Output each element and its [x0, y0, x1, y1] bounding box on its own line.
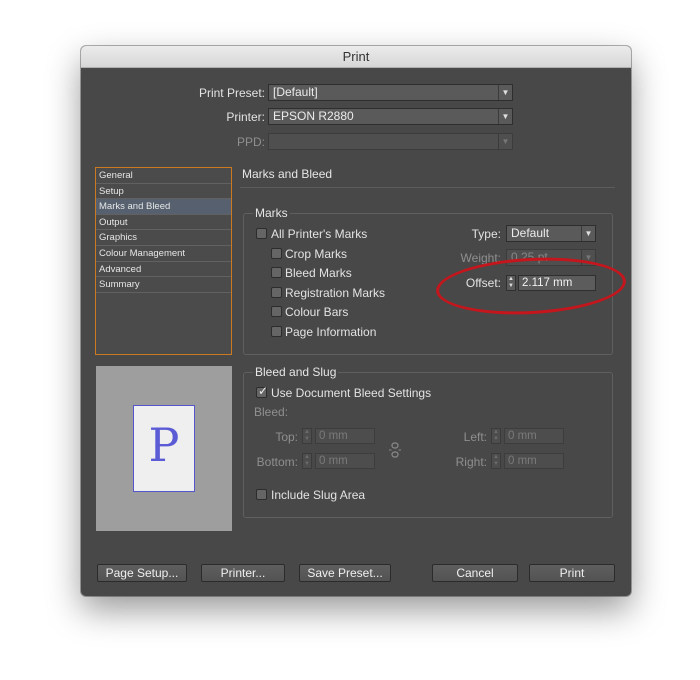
sidebar-item-general[interactable]: General — [96, 168, 231, 184]
ppd-label: PPD: — [236, 135, 265, 149]
left-stepper[interactable]: ▲ ▼ — [491, 428, 501, 444]
sidebar-item-marks-and-bleed[interactable]: Marks and Bleed — [96, 199, 231, 215]
preview-glyph: P — [148, 418, 180, 472]
all-printers-marks-checkbox[interactable] — [256, 228, 267, 239]
printer-button[interactable]: Printer... — [201, 564, 285, 582]
page-preview: P — [96, 366, 232, 531]
colour-bars-label: Colour Bars — [285, 305, 349, 319]
page-information-checkbox[interactable] — [271, 326, 282, 337]
type-value: Default — [511, 226, 550, 240]
sidebar-item-setup[interactable]: Setup — [96, 184, 231, 200]
sidebar-item-colour-management[interactable]: Colour Management — [96, 246, 231, 262]
include-slug-checkbox[interactable] — [256, 489, 267, 500]
category-list[interactable]: General Setup Marks and Bleed Output Gra… — [95, 167, 232, 355]
bottom-input[interactable]: 0 mm — [315, 453, 375, 469]
link-icon[interactable] — [388, 442, 402, 458]
page-setup-button[interactable]: Page Setup... — [97, 564, 187, 582]
checkmark-icon: ✓ — [258, 384, 269, 398]
use-document-bleed-label: Use Document Bleed Settings — [271, 386, 432, 400]
sidebar-item-advanced[interactable]: Advanced — [96, 262, 231, 278]
type-label: Type: — [471, 227, 501, 241]
registration-marks-label: Registration Marks — [285, 286, 386, 300]
type-select[interactable]: Default ▼ — [506, 225, 596, 242]
registration-marks-checkbox[interactable] — [271, 287, 282, 298]
section-divider — [240, 187, 615, 188]
sidebar-item-output[interactable]: Output — [96, 215, 231, 231]
chevron-down-icon: ▼ — [581, 226, 595, 241]
chevron-down-icon: ▼ — [498, 134, 512, 149]
printer-select[interactable]: EPSON R2880 ▼ — [268, 108, 513, 125]
include-slug-label: Include Slug Area — [271, 488, 366, 502]
print-preset-value: [Default] — [273, 85, 318, 99]
print-preset-label: Print Preset: — [198, 86, 265, 100]
sidebar-item-summary[interactable]: Summary — [96, 277, 231, 293]
bleed-marks-label: Bleed Marks — [285, 266, 352, 280]
bottom-stepper[interactable]: ▲ ▼ — [302, 453, 312, 469]
bleed-marks-checkbox[interactable] — [271, 267, 282, 278]
top-label: Top: — [275, 430, 298, 444]
left-label: Left: — [463, 430, 487, 444]
printer-label: Printer: — [226, 110, 265, 124]
save-preset-button[interactable]: Save Preset... — [299, 564, 391, 582]
bottom-label: Bottom: — [256, 455, 298, 469]
crop-marks-checkbox[interactable] — [271, 248, 282, 259]
right-label: Right: — [455, 455, 487, 469]
sidebar-item-graphics[interactable]: Graphics — [96, 230, 231, 246]
chevron-down-icon: ▼ — [498, 85, 512, 100]
bleed-label: Bleed: — [254, 405, 289, 419]
use-document-bleed-checkbox[interactable]: ✓ — [256, 384, 269, 398]
marks-panel-title: Marks — [253, 206, 290, 220]
preview-page: P — [133, 405, 195, 492]
ppd-select[interactable]: ▼ — [268, 133, 513, 150]
print-dialog: Print Print Preset: [Default] ▼ Printer:… — [81, 46, 631, 596]
window-title: Print — [81, 46, 631, 68]
right-input[interactable]: 0 mm — [504, 453, 564, 469]
printer-value: EPSON R2880 — [273, 109, 354, 123]
bleed-slug-panel-title: Bleed and Slug — [253, 365, 339, 379]
left-input[interactable]: 0 mm — [504, 428, 564, 444]
print-button[interactable]: Print — [529, 564, 615, 582]
top-stepper[interactable]: ▲ ▼ — [302, 428, 312, 444]
print-preset-select[interactable]: [Default] ▼ — [268, 84, 513, 101]
chevron-down-icon: ▼ — [498, 109, 512, 124]
section-title: Marks and Bleed — [242, 167, 333, 181]
colour-bars-checkbox[interactable] — [271, 306, 282, 317]
cancel-button[interactable]: Cancel — [432, 564, 518, 582]
all-printers-marks-label: All Printer's Marks — [271, 227, 368, 241]
crop-marks-label: Crop Marks — [285, 247, 348, 261]
right-stepper[interactable]: ▲ ▼ — [491, 453, 501, 469]
page-information-label: Page Information — [285, 325, 377, 339]
top-input[interactable]: 0 mm — [315, 428, 375, 444]
